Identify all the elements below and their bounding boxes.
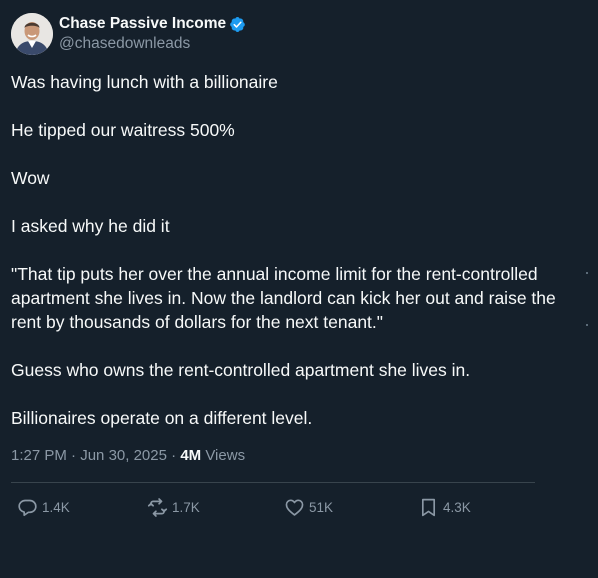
tweet-text: Was having lunch with a billionaire He t…	[11, 70, 576, 454]
scrollbar-mark	[586, 272, 588, 274]
scrollbar-mark	[586, 324, 588, 326]
views-label: Views	[205, 447, 246, 464]
tweet-paragraph: Guess who owns the rent-controlled apart…	[11, 360, 471, 380]
reply-icon	[18, 499, 37, 517]
repost-icon	[147, 498, 168, 517]
tweet-paragraph: I asked why he did it	[11, 216, 170, 236]
bookmark-button[interactable]: 4.3K	[418, 497, 471, 518]
tweet-metadata: 1:27 PM · Jun 30, 2025 · 4M Views	[11, 447, 245, 464]
divider	[11, 482, 535, 483]
action-bar: 1.4K 1.7K 51K 4.3K	[0, 497, 598, 519]
bookmark-icon	[421, 498, 436, 517]
avatar[interactable]	[11, 13, 53, 55]
heart-icon	[285, 499, 304, 516]
reply-button[interactable]: 1.4K	[17, 497, 70, 518]
meta-separator: ·	[171, 447, 177, 464]
tweet-paragraph: Was having lunch with a billionaire	[11, 72, 278, 92]
views-count[interactable]: 4M	[180, 447, 201, 464]
avatar-portrait-image	[11, 13, 53, 55]
author-names: Chase Passive Income @chasedownleads	[59, 14, 246, 54]
tweet-paragraph: He tipped our waitress 500%	[11, 120, 235, 140]
tweet-paragraph: Wow	[11, 168, 50, 188]
repost-button[interactable]: 1.7K	[147, 497, 200, 518]
like-count: 51K	[309, 500, 334, 515]
like-button[interactable]: 51K	[284, 497, 333, 518]
author-handle[interactable]: @chasedownleads	[59, 34, 246, 54]
tweet-paragraph: "That tip puts her over the annual incom…	[11, 264, 556, 332]
verified-badge-icon[interactable]	[229, 16, 246, 33]
bookmark-count: 4.3K	[443, 500, 471, 515]
display-name-row: Chase Passive Income	[59, 14, 246, 34]
tweet-card: Chase Passive Income @chasedownleads Was…	[0, 0, 598, 578]
meta-separator: ·	[71, 447, 77, 464]
reply-count: 1.4K	[42, 500, 70, 515]
tweet-header: Chase Passive Income @chasedownleads	[11, 13, 246, 55]
tweet-paragraph: Billionaires operate on a different leve…	[11, 408, 313, 428]
tweet-time[interactable]: 1:27 PM	[11, 447, 67, 464]
repost-count: 1.7K	[172, 500, 200, 515]
author-display-name[interactable]: Chase Passive Income	[59, 14, 226, 34]
tweet-date[interactable]: Jun 30, 2025	[80, 447, 167, 464]
